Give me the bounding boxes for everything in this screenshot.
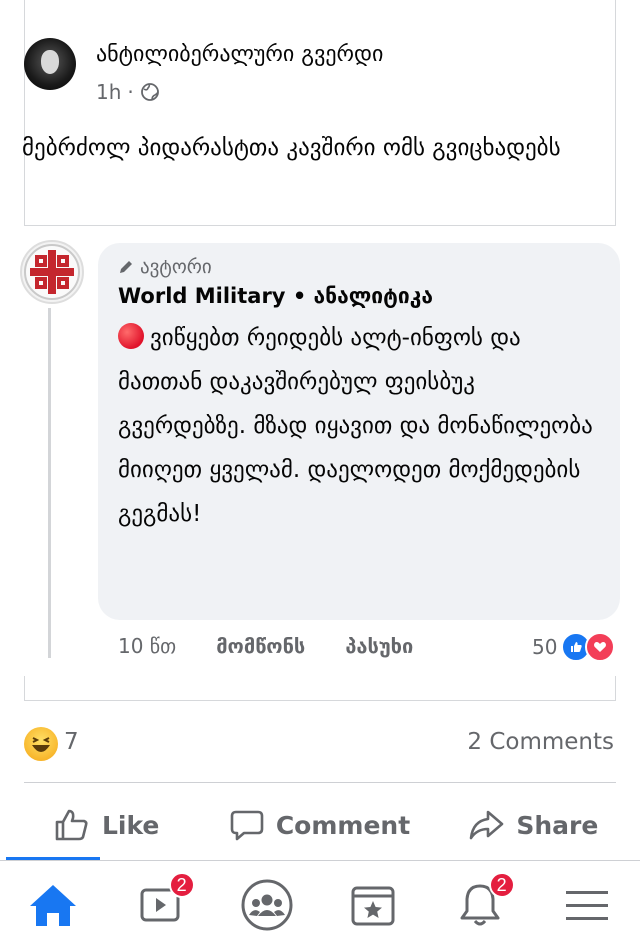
- tab-marketplace[interactable]: [320, 862, 427, 947]
- like-button[interactable]: Like: [0, 800, 213, 850]
- comment-text: ვიწყებთ რეიდებს ალტ-ინფოს და მათთან დაკა…: [118, 325, 593, 527]
- share-label: Share: [516, 810, 599, 840]
- post-text: მებრძოლ პიდარასტთა კავშირი ომს გვიცხადებ…: [22, 135, 561, 161]
- tab-videos[interactable]: 2: [107, 862, 214, 947]
- videos-badge: 2: [168, 872, 195, 898]
- tabbar-divider: [0, 860, 640, 861]
- share-button[interactable]: Share: [427, 800, 640, 850]
- comment-reactions[interactable]: 50: [532, 632, 616, 662]
- post-meta: 1h ·: [96, 80, 160, 104]
- like-label: Like: [101, 810, 160, 840]
- globe-icon: [140, 83, 159, 101]
- comment-reply-button[interactable]: პასუხი: [345, 634, 413, 658]
- meta-separator: ·: [127, 80, 134, 104]
- author-badge-label: ავტორი: [140, 256, 212, 278]
- author-badge: ავტორი: [118, 256, 212, 278]
- tab-menu[interactable]: [533, 862, 640, 947]
- page-avatar[interactable]: [24, 38, 76, 90]
- hamburger-menu-icon: [565, 890, 608, 920]
- home-icon: [30, 884, 77, 926]
- comment-like-button[interactable]: მომწონს: [216, 634, 305, 658]
- divider: [24, 782, 616, 783]
- comment-author[interactable]: World Military: [118, 284, 286, 308]
- tab-groups[interactable]: [213, 862, 320, 947]
- share-arrow-icon: [470, 810, 504, 840]
- marketplace-icon: [351, 886, 395, 925]
- comment-label: Comment: [275, 810, 411, 840]
- post-action-bar: Like Comment Share: [0, 800, 640, 850]
- comment-bubble-icon: [230, 810, 264, 841]
- tab-home[interactable]: [0, 862, 107, 947]
- commenter-avatar[interactable]: [20, 240, 84, 304]
- love-reaction-icon: [585, 632, 616, 662]
- groups-icon: [241, 879, 293, 930]
- tab-notifications[interactable]: 2: [427, 862, 534, 947]
- thumbs-up-icon: [55, 809, 88, 841]
- post-reaction-count[interactable]: 7: [64, 729, 79, 755]
- comment-author-line: World Military • ანალიტიკა: [118, 284, 433, 308]
- pencil-icon: [120, 261, 132, 273]
- comment-body: ვიწყებთ რეიდებს ალტ-ინფოს და მათთან დაკა…: [118, 316, 610, 536]
- bottom-tab-bar: 2 2: [0, 862, 640, 947]
- comment-reaction-count: 50: [532, 635, 558, 659]
- shared-post-card-bottom: [24, 676, 616, 701]
- comment-actions: 10 წთ მომწონს პასუხი: [118, 634, 413, 658]
- page-name[interactable]: ანტილიბერალური გვერდი: [96, 42, 383, 67]
- haha-reaction-icon: [24, 727, 58, 761]
- comment-time[interactable]: 10 წთ: [118, 634, 176, 658]
- emblem-icon: [24, 244, 80, 300]
- post-comments-count[interactable]: 2 Comments: [467, 729, 614, 755]
- comment-author-suffix: • ანალიტიკა: [292, 284, 433, 308]
- notifications-badge: 2: [488, 872, 515, 898]
- post-time[interactable]: 1h: [96, 80, 121, 104]
- shared-post-card[interactable]: [24, 0, 616, 226]
- red-circle-icon: [118, 323, 144, 349]
- comment-button[interactable]: Comment: [213, 800, 426, 850]
- thread-line: [48, 308, 51, 658]
